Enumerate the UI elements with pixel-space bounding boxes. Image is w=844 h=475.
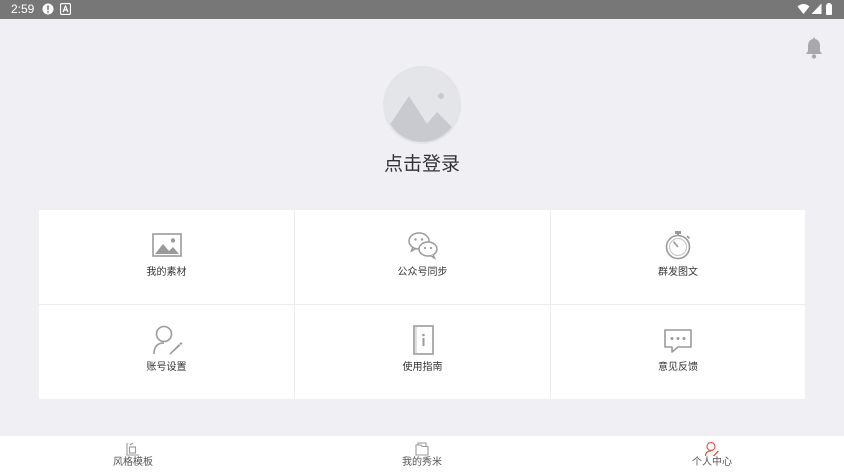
grid-item-my-materials[interactable]: 我的素材 (39, 210, 295, 305)
wechat-icon (407, 232, 438, 260)
image-icon (151, 233, 182, 257)
grid-item-label: 公众号同步 (397, 267, 448, 278)
grid-item-account-settings[interactable]: 账号设置 (39, 305, 295, 399)
grid-item-mass-send[interactable]: 群发图文 (551, 210, 805, 305)
grid-item-feedback[interactable]: 意见反馈 (551, 305, 805, 399)
bottom-tab-bar: 风格模板 我的秀米 个人中心 (0, 436, 844, 475)
folder-icon (415, 442, 429, 456)
tab-style-templates[interactable]: 风格模板 (73, 436, 193, 475)
stopwatch-icon (665, 231, 691, 260)
grid-item-wechat-sync[interactable]: 公众号同步 (295, 210, 551, 305)
alert-icon (42, 3, 54, 15)
feature-grid: 我的素材 公众号同步 群发图文 账号设置 使用指南 意见反馈 (39, 210, 805, 399)
template-icon (126, 442, 139, 456)
tab-my-xiumi[interactable]: 我的秀米 (362, 436, 482, 475)
avatar[interactable] (383, 66, 461, 144)
bell-icon[interactable] (801, 36, 827, 62)
app-a-icon (60, 3, 71, 15)
tab-personal-center[interactable]: 个人中心 (652, 436, 772, 475)
info-book-icon (412, 325, 434, 355)
battery-icon (826, 3, 832, 15)
chat-bubble-icon (664, 329, 692, 353)
avatar-placeholder-icon (385, 68, 459, 142)
signal-icon (811, 3, 822, 14)
tab-label: 个人中心 (692, 457, 732, 468)
tab-label: 我的秀米 (402, 457, 442, 468)
tab-label: 风格模板 (113, 457, 153, 468)
grid-item-label: 意见反馈 (658, 362, 698, 373)
wifi-icon (797, 4, 810, 14)
grid-item-label: 使用指南 (402, 362, 443, 373)
status-bar: 2:59 (0, 0, 844, 19)
user-edit-icon (152, 325, 182, 355)
status-time: 2:59 (11, 2, 35, 16)
user-icon (704, 441, 719, 457)
login-link[interactable]: 点击登录 (322, 151, 522, 177)
grid-item-label: 账号设置 (146, 362, 187, 373)
grid-item-label: 我的素材 (146, 267, 187, 278)
grid-item-label: 群发图文 (658, 267, 698, 278)
grid-item-user-guide[interactable]: 使用指南 (295, 305, 551, 399)
